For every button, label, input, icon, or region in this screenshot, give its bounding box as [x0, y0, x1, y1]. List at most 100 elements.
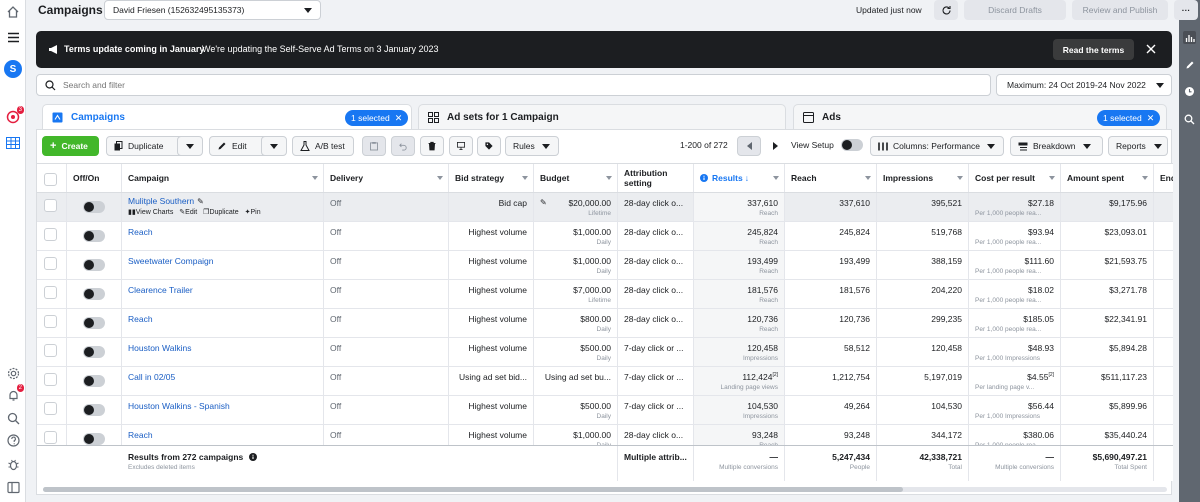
- campaigns-selected-pill[interactable]: 1 selected ✕: [345, 110, 409, 126]
- edit-budget-pencil-icon[interactable]: ✎: [540, 198, 547, 207]
- campaign-name-link[interactable]: Call in 02/05: [128, 372, 175, 382]
- breakdown-button[interactable]: Breakdown: [1010, 136, 1103, 156]
- row-checkbox[interactable]: [44, 257, 57, 270]
- column-header[interactable]: Reach: [785, 164, 877, 192]
- row-duplicate-link[interactable]: ❐Duplicate: [203, 209, 238, 216]
- clipboard-icon[interactable]: [362, 136, 386, 156]
- select-all-checkbox[interactable]: [44, 172, 57, 186]
- row-edit-link[interactable]: ✎Edit: [179, 209, 197, 216]
- help-icon[interactable]: [5, 432, 21, 448]
- edit-dropdown[interactable]: [261, 136, 287, 156]
- account-selector[interactable]: David Friesen (152632495135373): [104, 0, 321, 20]
- clear-selection-icon[interactable]: ✕: [1147, 113, 1155, 124]
- more-options-icon[interactable]: ···: [1174, 0, 1198, 20]
- preview-icon[interactable]: [449, 136, 473, 156]
- columns-button[interactable]: Columns: Performance: [870, 136, 1004, 156]
- column-header[interactable]: Attribution setting: [618, 164, 694, 192]
- rename-pencil-icon[interactable]: ✎: [197, 197, 204, 206]
- next-page-button[interactable]: [763, 136, 787, 156]
- refresh-button[interactable]: [934, 0, 958, 20]
- search-input[interactable]: [63, 78, 963, 92]
- campaign-name-link[interactable]: Houston Walkins - Spanish: [128, 401, 230, 411]
- campaign-on-off-toggle[interactable]: [83, 346, 105, 358]
- menu-icon[interactable]: [5, 29, 21, 45]
- campaign-name-link[interactable]: Clearence Trailer: [128, 285, 193, 295]
- tab-campaigns[interactable]: Campaigns 1 selected ✕: [42, 104, 412, 129]
- avatar[interactable]: S: [4, 60, 22, 78]
- table-row[interactable]: Houston Walkins - Spanish Off Highest vo…: [37, 396, 1173, 425]
- campaign-name-link[interactable]: Mulitple Southern: [128, 196, 194, 206]
- info-icon[interactable]: [248, 452, 257, 462]
- table-row[interactable]: Reach Off Highest volume $800.00 Daily 28…: [37, 309, 1173, 338]
- campaign-on-off-toggle[interactable]: [83, 375, 105, 387]
- previous-page-button[interactable]: [737, 136, 761, 156]
- delete-trash-icon[interactable]: [420, 136, 444, 156]
- column-header[interactable]: Cost per result: [969, 164, 1061, 192]
- campaign-on-off-toggle[interactable]: [83, 259, 105, 271]
- rules-button[interactable]: Rules: [505, 136, 559, 156]
- campaign-on-off-toggle[interactable]: [83, 433, 105, 445]
- campaign-name-link[interactable]: Sweetwater Compaign: [128, 256, 214, 266]
- campaign-on-off-toggle[interactable]: [83, 288, 105, 300]
- column-header[interactable]: End: [1154, 164, 1173, 192]
- charts-icon[interactable]: [1183, 31, 1196, 44]
- tag-icon[interactable]: [477, 136, 501, 156]
- table-row[interactable]: Reach Off Highest volume $1,000.00Daily …: [37, 222, 1173, 251]
- campaign-name-link[interactable]: Reach: [128, 314, 153, 324]
- scrollbar-thumb[interactable]: [43, 487, 903, 492]
- column-header[interactable]: Bid strategy: [449, 164, 534, 192]
- discard-drafts-button[interactable]: Discard Drafts: [964, 0, 1066, 20]
- table-row[interactable]: Mulitple Southern ✎ ▮▮View Charts ✎Edit ❐…: [37, 193, 1173, 222]
- notifications-icon[interactable]: 3: [5, 106, 24, 125]
- row-checkbox[interactable]: [44, 199, 57, 212]
- campaign-name-link[interactable]: Reach: [128, 227, 153, 237]
- settings-icon[interactable]: [5, 365, 21, 381]
- campaign-name-link[interactable]: Reach: [128, 430, 153, 440]
- row-checkbox[interactable]: [44, 344, 57, 357]
- clear-selection-icon[interactable]: ✕: [395, 113, 403, 124]
- undo-icon[interactable]: [391, 136, 415, 156]
- history-clock-icon[interactable]: [1183, 85, 1196, 98]
- campaign-on-off-toggle[interactable]: [83, 230, 105, 242]
- close-icon[interactable]: [1146, 44, 1156, 54]
- row-checkbox[interactable]: [44, 431, 57, 444]
- row-checkbox[interactable]: [44, 373, 57, 386]
- home-icon[interactable]: [5, 4, 21, 20]
- inspect-search-icon[interactable]: [1183, 113, 1196, 126]
- date-range-selector[interactable]: Maximum: 24 Oct 2019-24 Nov 2022: [996, 74, 1172, 96]
- horizontal-scrollbar[interactable]: [43, 487, 1167, 492]
- column-header[interactable]: Off/On: [67, 164, 122, 192]
- create-button[interactable]: + Create: [42, 136, 99, 156]
- tab-adsets[interactable]: Ad sets for 1 Campaign: [418, 104, 786, 129]
- edit-pencil-icon[interactable]: [1183, 58, 1196, 71]
- bug-report-icon[interactable]: [5, 456, 21, 472]
- sidebar-toggle-icon[interactable]: [5, 479, 21, 495]
- reports-button[interactable]: Reports: [1108, 136, 1168, 156]
- ads-manager-table-icon[interactable]: [5, 135, 21, 151]
- row-checkbox[interactable]: [44, 228, 57, 241]
- table-row[interactable]: Sweetwater Compaign Off Highest volume $…: [37, 251, 1173, 280]
- row-pin-link[interactable]: ✦Pin: [245, 209, 261, 216]
- ab-test-button[interactable]: A/B test: [292, 136, 354, 156]
- duplicate-dropdown[interactable]: [177, 136, 203, 156]
- table-row[interactable]: Call in 02/05 Off Using ad set bid... Us…: [37, 367, 1173, 396]
- ads-selected-pill[interactable]: 1 selected ✕: [1097, 110, 1161, 126]
- alerts-bell-icon[interactable]: 2: [5, 384, 24, 403]
- table-row[interactable]: Houston Walkins Off Highest volume $500.…: [37, 338, 1173, 367]
- row-checkbox[interactable]: [44, 315, 57, 328]
- row-checkbox[interactable]: [44, 286, 57, 299]
- search-filter-bar[interactable]: [36, 74, 991, 96]
- view-charts-link[interactable]: ▮▮View Charts: [128, 209, 173, 216]
- row-checkbox[interactable]: [44, 402, 57, 415]
- column-header[interactable]: Campaign: [122, 164, 324, 192]
- view-setup-toggle[interactable]: [841, 139, 863, 151]
- column-header-sorted[interactable]: Results ↓: [694, 164, 785, 192]
- campaign-on-off-toggle[interactable]: [83, 317, 105, 329]
- campaign-on-off-toggle[interactable]: [83, 404, 105, 416]
- search-icon[interactable]: [5, 410, 21, 426]
- read-terms-button[interactable]: Read the terms: [1053, 39, 1134, 60]
- campaign-name-link[interactable]: Houston Walkins: [128, 343, 191, 353]
- campaign-on-off-toggle[interactable]: [83, 201, 105, 213]
- column-header[interactable]: Impressions: [877, 164, 969, 192]
- column-header[interactable]: Delivery: [324, 164, 449, 192]
